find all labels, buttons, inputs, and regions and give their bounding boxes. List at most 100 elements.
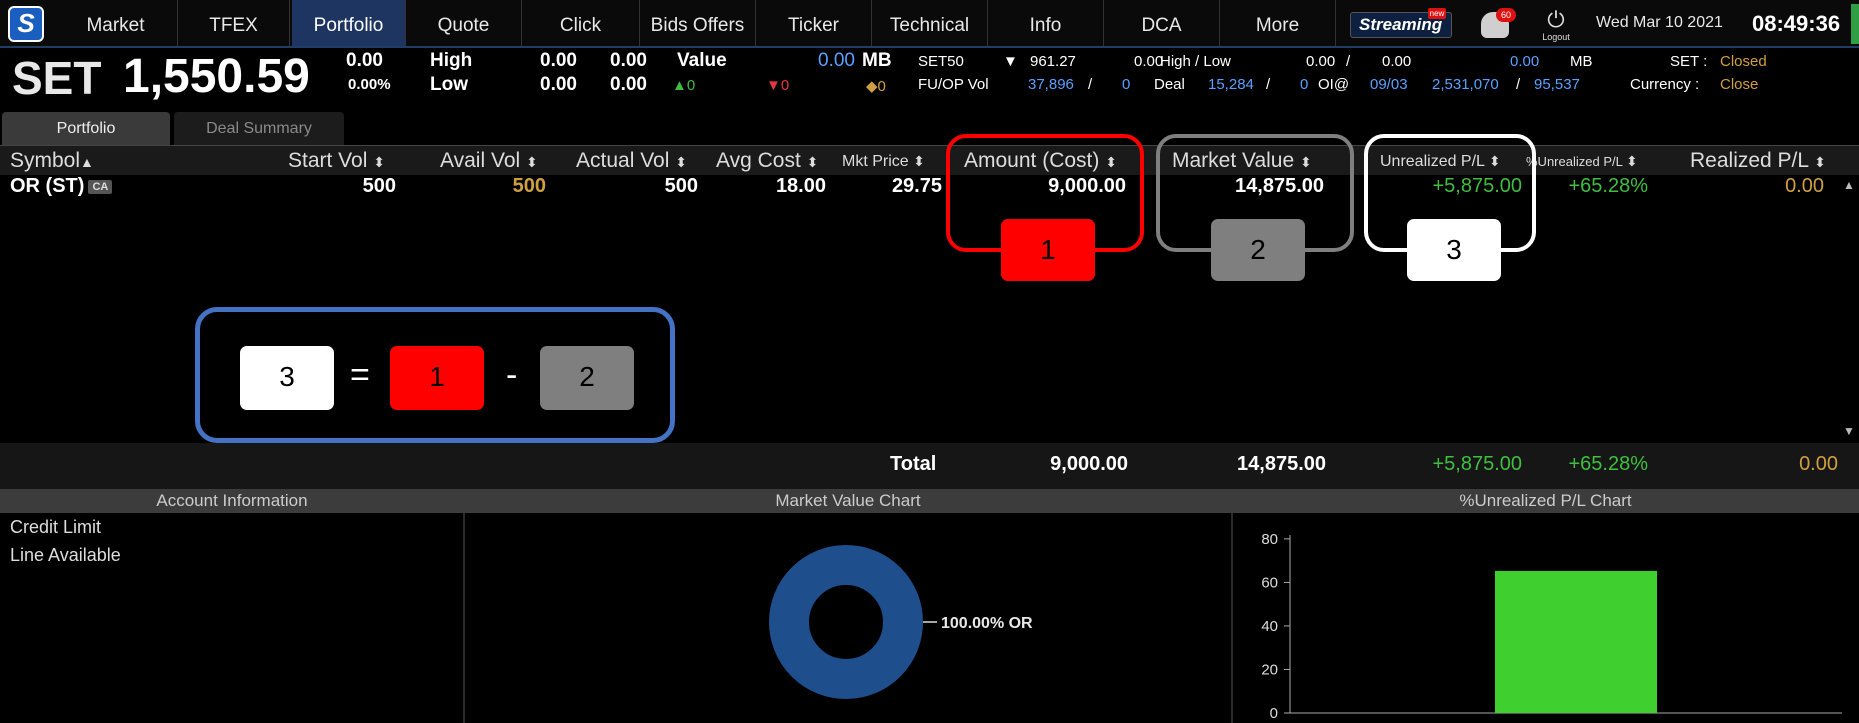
down-count: ▼0 — [766, 77, 789, 94]
oi-value-2: 95,537 — [1534, 76, 1580, 93]
credit-limit-label: Credit Limit — [10, 517, 102, 537]
up-count-value: 0 — [686, 77, 696, 94]
cell-realized-pl: 0.00 — [1785, 175, 1824, 197]
cell-start-vol: 500 — [362, 175, 396, 197]
total-label: Total — [890, 453, 937, 475]
sort-icon: ⬍ — [806, 154, 819, 170]
market-value-donut-chart: 100.00% OR — [769, 545, 1033, 699]
low-label: Low — [430, 74, 468, 95]
cell-unrealized-pct: +65.28% — [1568, 175, 1648, 197]
tab-more[interactable]: More — [1220, 0, 1336, 46]
notification-count-badge: 60 — [1496, 8, 1516, 22]
col-realized-pl[interactable]: Realized P/L ⬍ — [1690, 146, 1826, 176]
col-mkt-price[interactable]: Mkt Price ⬍ — [842, 146, 925, 176]
subtab-deal-summary[interactable]: Deal Summary — [174, 112, 344, 146]
col-avg-cost[interactable]: Avg Cost ⬍ — [716, 146, 818, 176]
cell-avail-vol: 500 — [512, 175, 546, 197]
formula-b: 2 — [540, 346, 634, 410]
fuop-label: FU/OP Vol — [918, 76, 989, 93]
line-available-label: Line Available — [10, 545, 121, 565]
sort-icon: ⬍ — [373, 154, 385, 170]
tab-portfolio[interactable]: Portfolio — [292, 0, 406, 46]
tab-technical[interactable]: Technical — [872, 0, 988, 46]
col-actual-vol-label: Actual Vol — [576, 149, 670, 172]
high-low-high: 0.00 — [1306, 53, 1336, 70]
tab-dca[interactable]: DCA — [1104, 0, 1220, 46]
annotation-label-3: 3 — [1407, 219, 1501, 281]
total-realized-pl: 0.00 — [1799, 453, 1838, 475]
tab-tfex[interactable]: TFEX — [178, 0, 290, 46]
cell-symbol: OR (ST) CA — [10, 175, 113, 198]
sort-icon: ⬍ — [526, 154, 538, 170]
sort-icon: ⬍ — [1814, 154, 1826, 170]
unchanged-count-value: 0 — [877, 78, 886, 95]
scroll-up-arrow-icon[interactable]: ▲ — [1843, 178, 1855, 192]
subtab-portfolio[interactable]: Portfolio — [2, 112, 170, 146]
annotation-label-2: 2 — [1211, 219, 1305, 281]
total-unrealized-pl: +5,875.00 — [1432, 453, 1522, 475]
fuop-oi: 0 — [1122, 76, 1131, 93]
col-unrealized-pct[interactable]: %Unrealized P/L ⬍ — [1526, 146, 1638, 176]
oi-separator: / — [1516, 76, 1521, 93]
up-arrow-icon: ▲ — [672, 77, 687, 94]
deal-oi: 0 — [1300, 76, 1309, 93]
deal-value: 15,284 — [1208, 76, 1254, 93]
col-symbol-label: Symbol — [10, 149, 81, 172]
value-unit: MB — [862, 50, 892, 71]
sort-icon: ⬍ — [1625, 153, 1638, 169]
current-date: Wed Mar 10 2021 — [1596, 14, 1723, 31]
formula-lhs: 3 — [240, 346, 334, 410]
streaming-logo-icon[interactable]: S — [8, 6, 44, 42]
tab-bids-offers[interactable]: Bids Offers — [640, 0, 756, 46]
sort-icon: ⬍ — [913, 153, 925, 169]
high-value-2: 0.00 — [610, 50, 647, 71]
col-avail-vol-label: Avail Vol — [440, 149, 521, 172]
index-value: 1,550.59 — [123, 50, 310, 103]
deal-separator: / — [1266, 76, 1271, 93]
currency-label: Currency : — [1630, 76, 1700, 93]
col-start-vol[interactable]: Start Vol ⬍ — [288, 146, 385, 176]
down-count-value: 0 — [780, 77, 790, 94]
tab-market[interactable]: Market — [54, 0, 178, 46]
low-value-1: 0.00 — [540, 74, 577, 95]
connection-status-indicator — [1851, 4, 1859, 44]
sort-icon: ⬍ — [675, 154, 687, 170]
logout-button[interactable]: ⏻ Logout — [1530, 8, 1582, 46]
col-actual-vol[interactable]: Actual Vol ⬍ — [576, 146, 687, 176]
set50-dropdown-icon[interactable]: ▼ — [1003, 53, 1018, 70]
index-change: 0.00 — [346, 50, 383, 71]
unchanged-count: ◆0 — [866, 77, 886, 95]
oi-label: OI@ — [1318, 76, 1350, 93]
high-label: High — [430, 50, 473, 71]
panel-divider — [463, 513, 465, 723]
currency-status: Close — [1720, 76, 1759, 93]
oi-date: 09/03 — [1370, 76, 1408, 93]
high-value-1: 0.00 — [540, 50, 577, 71]
bar-or — [1495, 570, 1657, 713]
scroll-down-arrow-icon[interactable]: ▼ — [1843, 424, 1855, 438]
oi-value: 2,531,070 — [1432, 76, 1499, 93]
top-navigation-bar: S Market TFEX Portfolio Quote Click Bids… — [0, 0, 1859, 48]
col-symbol[interactable]: Symbol▲ — [10, 146, 94, 176]
total-row: Total 9,000.00 14,875.00 +5,875.00 +65.2… — [0, 443, 1859, 489]
cell-actual-vol: 500 — [664, 175, 698, 197]
index-summary-bar: SET 1,550.59 0.00 0.00% High Low 0.00 0.… — [0, 48, 1859, 104]
high-low-low: 0.00 — [1382, 53, 1412, 70]
y-tick-label: 40 — [1261, 618, 1278, 635]
mb-unit: MB — [1570, 53, 1593, 70]
set50-change: 0.00 — [1134, 53, 1164, 70]
set-status-label: SET : — [1670, 53, 1708, 70]
portfolio-table-header: Symbol▲ Start Vol ⬍ Avail Vol ⬍ Actual V… — [0, 145, 1859, 175]
tab-click[interactable]: Click — [522, 0, 640, 46]
donut-slice-or — [769, 545, 923, 699]
col-start-vol-label: Start Vol — [288, 149, 368, 172]
tab-quote[interactable]: Quote — [406, 0, 522, 46]
y-tick-label: 80 — [1261, 531, 1278, 548]
portfolio-subtabs: Portfolio Deal Summary — [0, 112, 1859, 146]
tab-ticker[interactable]: Ticker — [756, 0, 872, 46]
logout-label: Logout — [1542, 32, 1570, 42]
index-name: SET — [12, 52, 102, 104]
tab-info[interactable]: Info — [988, 0, 1104, 46]
ca-badge: CA — [88, 179, 113, 194]
col-avail-vol[interactable]: Avail Vol ⬍ — [440, 146, 538, 176]
